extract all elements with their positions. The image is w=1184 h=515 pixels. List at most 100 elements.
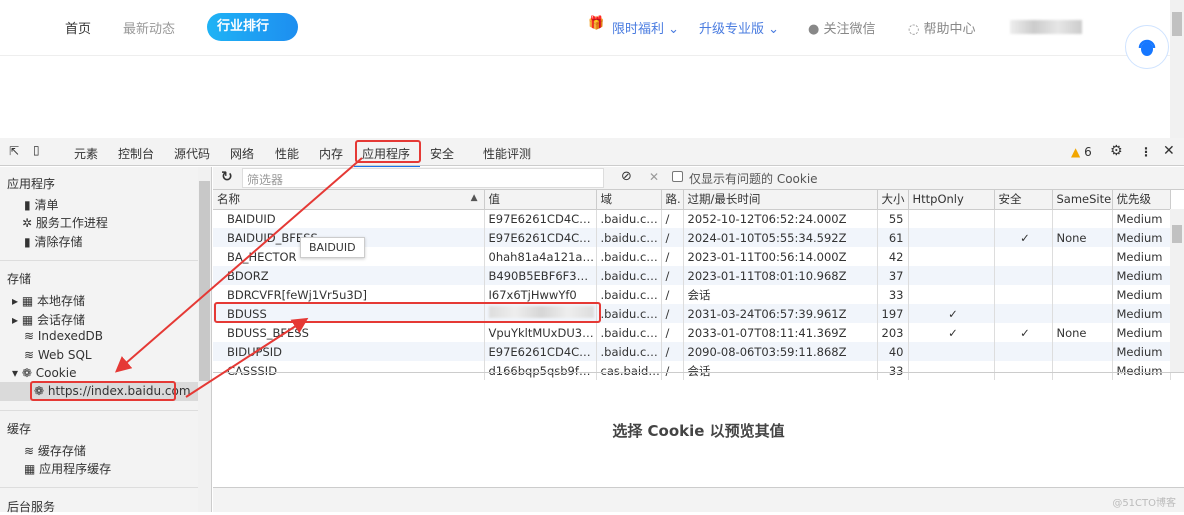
table-cell: .baidu.com xyxy=(596,285,662,304)
column-header[interactable]: 优先级 xyxy=(1112,190,1171,210)
nav-home[interactable]: 首页 xyxy=(65,18,91,37)
sort-ascending-icon[interactable]: ▲ xyxy=(471,193,478,203)
sidebar-item-session-storage[interactable]: ▸ ▦ 会话存储 xyxy=(12,311,85,328)
devtools-tabbar: ⇱ ▯ 元素 控制台 源代码 网络 性能 内存 应用程序 安全 性能评测 ▲ 6… xyxy=(0,138,1184,168)
close-devtools-icon[interactable]: ✕ xyxy=(1163,143,1175,159)
sidebar-item-local-storage[interactable]: ▸ ▦ 本地存储 xyxy=(12,292,85,309)
sidebar-item-cookie-url[interactable]: ❁ https://index.baidu.com xyxy=(0,382,198,401)
device-toggle-icon[interactable]: ▯ xyxy=(33,143,40,157)
table-cell: Medium xyxy=(1112,285,1171,304)
table-cell: 会话 xyxy=(683,285,878,304)
table-cell: BAIDUID xyxy=(213,209,485,228)
table-row[interactable]: BIDUPSIDE97E6261CD4C3C2....baidu.com/209… xyxy=(213,342,1171,361)
label: 本地存储 xyxy=(37,294,86,308)
tab-memory[interactable]: 内存 xyxy=(319,145,343,162)
table-row[interactable]: BAIDUIDE97E6261CD4C3C2....baidu.com/2052… xyxy=(213,209,1171,228)
settings-gear-icon[interactable]: ⚙ xyxy=(1110,143,1123,159)
column-header[interactable]: SameSite xyxy=(1052,190,1113,210)
table-row[interactable]: BDUSS .baidu.com/2031-03-24T06:57:39.961Z… xyxy=(213,304,1171,323)
page-scrollbar[interactable] xyxy=(1170,0,1184,138)
column-header[interactable]: 过期/最长时间 xyxy=(683,190,878,210)
tab-sources[interactable]: 源代码 xyxy=(174,145,210,162)
tab-performance[interactable]: 性能 xyxy=(275,145,299,162)
ranking-label: 行业排行 xyxy=(217,19,270,34)
sidebar-item-service-workers[interactable]: ✲ 服务工作进程 xyxy=(22,214,108,231)
table-cell: 55 xyxy=(877,209,909,228)
filter-input[interactable]: 筛选器 xyxy=(242,168,604,188)
nav-help[interactable]: ◌ 帮助中心 xyxy=(908,18,976,37)
table-cell: Medium xyxy=(1112,228,1171,247)
sidebar-item-indexeddb[interactable]: ≋ IndexedDB xyxy=(24,329,103,343)
sidebar-item-cookies[interactable]: ▾ ❁ Cookie xyxy=(12,366,76,380)
sidebar-item-manifest[interactable]: ▮ 清单 xyxy=(24,196,58,213)
column-header[interactable]: 路. xyxy=(661,190,684,210)
scroll-thumb[interactable] xyxy=(1172,225,1182,243)
sidebar-scrollbar[interactable] xyxy=(198,167,211,512)
database-icon: ≋ xyxy=(24,348,35,362)
tab-elements[interactable]: 元素 xyxy=(74,145,98,162)
label: 会话存储 xyxy=(37,313,86,327)
site-header: 首页 最新动态 行业排行 🎁 限时福利 ⌄ 升级专业版 ⌄ ● 关注微信 ◌ 帮… xyxy=(0,0,1170,56)
cookie-url-row: ❁ https://index.baidu.com xyxy=(34,384,191,398)
file-icon: ▮ xyxy=(24,198,31,212)
cookie-icon: ❁ xyxy=(34,384,45,398)
sidebar-item-clear-storage[interactable]: ▮ 清除存储 xyxy=(24,233,82,250)
scroll-thumb[interactable] xyxy=(1172,12,1182,36)
tab-network[interactable]: 网络 xyxy=(230,145,254,162)
scroll-thumb[interactable] xyxy=(199,181,210,381)
welfare-label: 限时福利 xyxy=(612,22,665,37)
label: 清单 xyxy=(34,198,59,212)
table-cell xyxy=(1052,342,1113,361)
nav-news[interactable]: 最新动态 xyxy=(123,18,175,37)
table-cell: Medium xyxy=(1112,209,1171,228)
table-scrollbar[interactable] xyxy=(1170,209,1184,372)
tab-console[interactable]: 控制台 xyxy=(118,145,154,162)
table-cell: BDUSS xyxy=(213,304,485,323)
table-cell: B490B5EBF6F3CD4... xyxy=(484,266,597,285)
column-header[interactable]: 值 xyxy=(484,190,597,210)
table-cell: 2031-03-24T06:57:39.961Z xyxy=(683,304,878,323)
clear-all-icon[interactable]: ⊘ xyxy=(621,169,632,184)
table-cell: VpuYkltMUxDU3ZP... xyxy=(484,323,597,342)
table-cell xyxy=(908,247,995,266)
table-row[interactable]: BDUSS_BFESS VpuYkltMUxDU3ZP... .baidu.com /… xyxy=(213,323,1171,342)
delete-selected-icon[interactable]: ✕ xyxy=(649,170,659,184)
column-header[interactable]: 安全 xyxy=(994,190,1053,210)
only-issues-checkbox[interactable] xyxy=(672,171,683,182)
table-cell: Medium xyxy=(1112,342,1171,361)
table-cell: None xyxy=(1052,228,1113,247)
tab-lighthouse[interactable]: 性能评测 xyxy=(483,145,531,162)
warnings-badge[interactable]: ▲ 6 xyxy=(1071,145,1092,159)
user-avatar-blurred[interactable] xyxy=(1010,20,1082,34)
sidebar-item-websql[interactable]: ≋ Web SQL xyxy=(24,348,92,362)
nav-welfare[interactable]: 限时福利 ⌄ xyxy=(612,18,679,37)
nav-ranking-button[interactable]: 行业排行 xyxy=(207,13,298,41)
tab-security[interactable]: 安全 xyxy=(430,145,454,162)
tooltip: BAIDUID xyxy=(300,237,365,258)
blurred-value xyxy=(488,306,594,318)
sidebar-item-cache-storage[interactable]: ≋ 缓存存储 xyxy=(24,442,86,459)
divider xyxy=(0,410,198,411)
label: IndexedDB xyxy=(37,329,104,343)
tab-application[interactable]: 应用程序 xyxy=(354,145,421,168)
label: 清除存储 xyxy=(34,235,83,249)
column-header[interactable]: HttpOnly xyxy=(908,190,995,210)
nav-upgrade[interactable]: 升级专业版 ⌄ xyxy=(699,18,779,37)
table-cell: / xyxy=(661,247,684,266)
table-cell: E97E6261CD4C3C2... xyxy=(484,209,597,228)
column-header[interactable]: 域 xyxy=(596,190,662,210)
nav-wechat[interactable]: ● 关注微信 xyxy=(808,18,876,37)
refresh-icon[interactable]: ↻ xyxy=(221,169,233,185)
table-row[interactable]: BDRCVFR[feWj1Vr5u3D] I67x6TjHwwYf0 .baidu.… xyxy=(213,285,1171,304)
more-menu-icon[interactable]: ⋮ xyxy=(1140,145,1152,159)
table-cell: ✓ xyxy=(994,228,1053,247)
table-cell: / xyxy=(661,342,684,361)
table-cell xyxy=(1052,304,1113,323)
table-row[interactable]: BDORZB490B5EBF6F3CD4....baidu.com/2023-0… xyxy=(213,266,1171,285)
inspect-icon[interactable]: ⇱ xyxy=(9,144,19,158)
column-header[interactable]: 大小 xyxy=(877,190,909,210)
preview-placeholder: 选择 Cookie 以预览其值 xyxy=(612,421,785,440)
column-header[interactable]: 名称 ▲ xyxy=(213,190,485,210)
customer-service-button[interactable] xyxy=(1125,25,1169,69)
sidebar-item-app-cache[interactable]: ▦ 应用程序缓存 xyxy=(24,460,111,477)
